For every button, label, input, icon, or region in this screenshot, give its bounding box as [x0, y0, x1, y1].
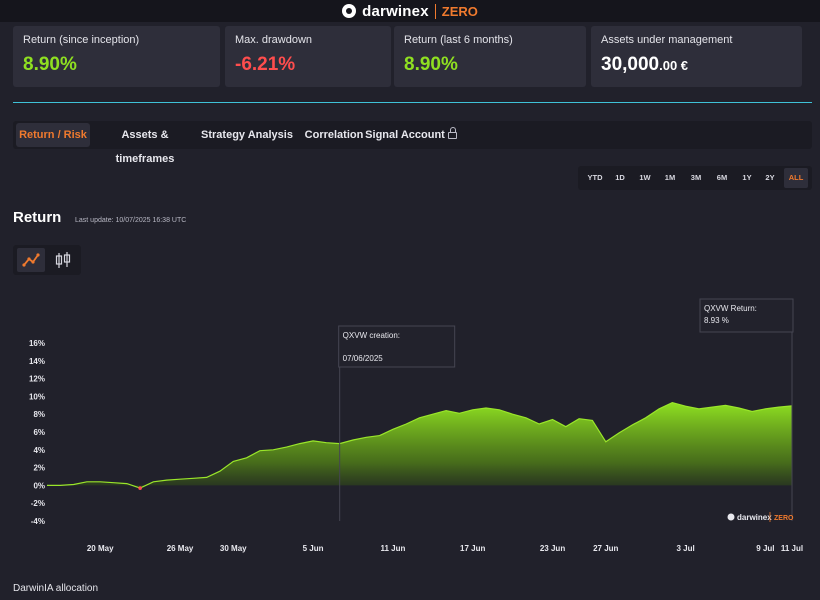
- tab-strategy-analysis[interactable]: Strategy Analysis: [201, 123, 293, 147]
- y-tick-label: 0%: [33, 481, 45, 490]
- tab-return-risk[interactable]: Return / Risk: [16, 123, 90, 147]
- range-1y[interactable]: 1Y: [736, 168, 758, 188]
- x-tick-label: 11 Jun: [380, 544, 405, 553]
- range-1d[interactable]: 1D: [609, 168, 631, 188]
- y-tick-label: 2%: [33, 464, 45, 473]
- darwinia-allocation-title: DarwinIA allocation: [13, 583, 99, 594]
- x-tick-label: 30 May: [220, 544, 247, 553]
- tab-label: Assets & timeframes: [115, 129, 175, 165]
- last-update: Last update: 10/07/2025 16:38 UTC: [75, 217, 187, 224]
- card-value: 30,000.00 €: [601, 54, 688, 76]
- card-return-since-inception: Return (since inception) 8.90%: [13, 26, 220, 87]
- range-2y[interactable]: 2Y: [759, 168, 781, 188]
- watermark-name: darwinex: [737, 513, 772, 522]
- x-tick-label: 27 Jun: [593, 544, 618, 553]
- tab-bar: Return / Risk Assets & timeframes Strate…: [13, 121, 812, 165]
- tab-label: Strategy Analysis: [201, 129, 293, 141]
- drawdown-point: [138, 486, 142, 490]
- tab-correlation[interactable]: Correlation: [297, 123, 371, 147]
- return-chart[interactable]: 16% 14% 12% 10% 8% 6% 4% 2% 0% -2% -4% 20 May 26 Ma…: [0, 290, 820, 560]
- card-value: -6.21%: [235, 54, 296, 75]
- tab-signal-account[interactable]: Signal Account: [365, 123, 457, 147]
- annotation-value: 8.93 %: [704, 316, 729, 325]
- x-tick-label: 23 Jun: [540, 544, 565, 553]
- brand-separator: [434, 3, 436, 19]
- card-label: Assets under management: [601, 34, 733, 46]
- range-ytd[interactable]: YTD: [582, 168, 608, 188]
- section-divider: [13, 102, 812, 103]
- chart-type-toggle: [13, 245, 81, 275]
- range-3m[interactable]: 3M: [685, 168, 707, 188]
- card-return-last-6-months: Return (last 6 months) 8.90%: [394, 26, 586, 87]
- card-assets-under-management: Assets under management 30,000.00 €: [591, 26, 802, 87]
- y-tick-label: 14%: [29, 357, 45, 366]
- brand-sub: ZERO: [441, 3, 478, 19]
- return-area: [47, 402, 792, 489]
- stat-cards: Return (since inception) 8.90% Max. draw…: [0, 26, 820, 88]
- card-value: 8.90%: [23, 54, 77, 75]
- x-tick-label: 11 Jul: [781, 544, 803, 553]
- y-tick-label: -2%: [31, 499, 45, 508]
- y-tick-label: 16%: [29, 339, 45, 348]
- range-1w[interactable]: 1W: [634, 168, 656, 188]
- card-value: 8.90%: [404, 54, 458, 75]
- candlestick-icon: [55, 252, 71, 268]
- x-tick-label: 17 Jun: [460, 544, 485, 553]
- range-6m[interactable]: 6M: [711, 168, 733, 188]
- card-max-drawdown: Max. drawdown -6.21%: [225, 26, 391, 87]
- tab-label: Return / Risk: [19, 129, 87, 141]
- chart-watermark: darwinex ZERO: [727, 512, 794, 522]
- brand-logo[interactable]: darwinex ZERO: [342, 3, 478, 20]
- x-tick-label: 5 Jun: [303, 544, 324, 553]
- watermark-sub: ZERO: [774, 515, 794, 522]
- range-1m[interactable]: 1M: [659, 168, 681, 188]
- card-label: Max. drawdown: [235, 34, 313, 46]
- card-label: Return (since inception): [23, 34, 140, 46]
- tab-label: Signal Account: [365, 129, 445, 141]
- y-tick-label: 10%: [29, 392, 45, 401]
- x-tick-label: 26 May: [167, 544, 194, 553]
- brand-name: darwinex: [362, 2, 429, 20]
- x-tick-label: 20 May: [87, 544, 114, 553]
- candlestick-button[interactable]: [49, 248, 77, 272]
- tab-label: Correlation: [304, 129, 364, 141]
- line-chart-icon: [22, 253, 40, 267]
- y-tick-label: 12%: [29, 375, 45, 384]
- x-tick-label: 3 Jul: [676, 544, 694, 553]
- x-tick-label: 9 Jul: [756, 544, 774, 553]
- aum-main: 30,000: [601, 54, 660, 75]
- lock-icon: [447, 127, 457, 139]
- annotation-title: QXVW Return:: [704, 304, 757, 313]
- y-tick-label: 4%: [33, 446, 45, 455]
- annotation-title: QXVW creation:: [343, 331, 400, 340]
- range-all[interactable]: ALL: [784, 168, 808, 188]
- y-tick-label: 8%: [33, 410, 45, 419]
- y-tick-label: 6%: [33, 428, 45, 437]
- y-tick-label: -4%: [31, 517, 45, 526]
- card-label: Return (last 6 months): [404, 34, 513, 46]
- section-title: Return: [13, 209, 62, 226]
- aum-suffix: .00 €: [659, 58, 689, 73]
- tab-assets-timeframes[interactable]: Assets & timeframes: [93, 123, 197, 165]
- darwinex-logo-icon: [342, 4, 357, 18]
- darwinex-logo-icon: [727, 513, 735, 521]
- annotation-value: 07/06/2025: [343, 354, 384, 363]
- line-chart-button[interactable]: [17, 248, 45, 272]
- range-selector: YTD 1D 1W 1M 3M 6M 1Y 2Y ALL: [578, 166, 812, 190]
- top-bar: darwinex ZERO: [0, 0, 820, 22]
